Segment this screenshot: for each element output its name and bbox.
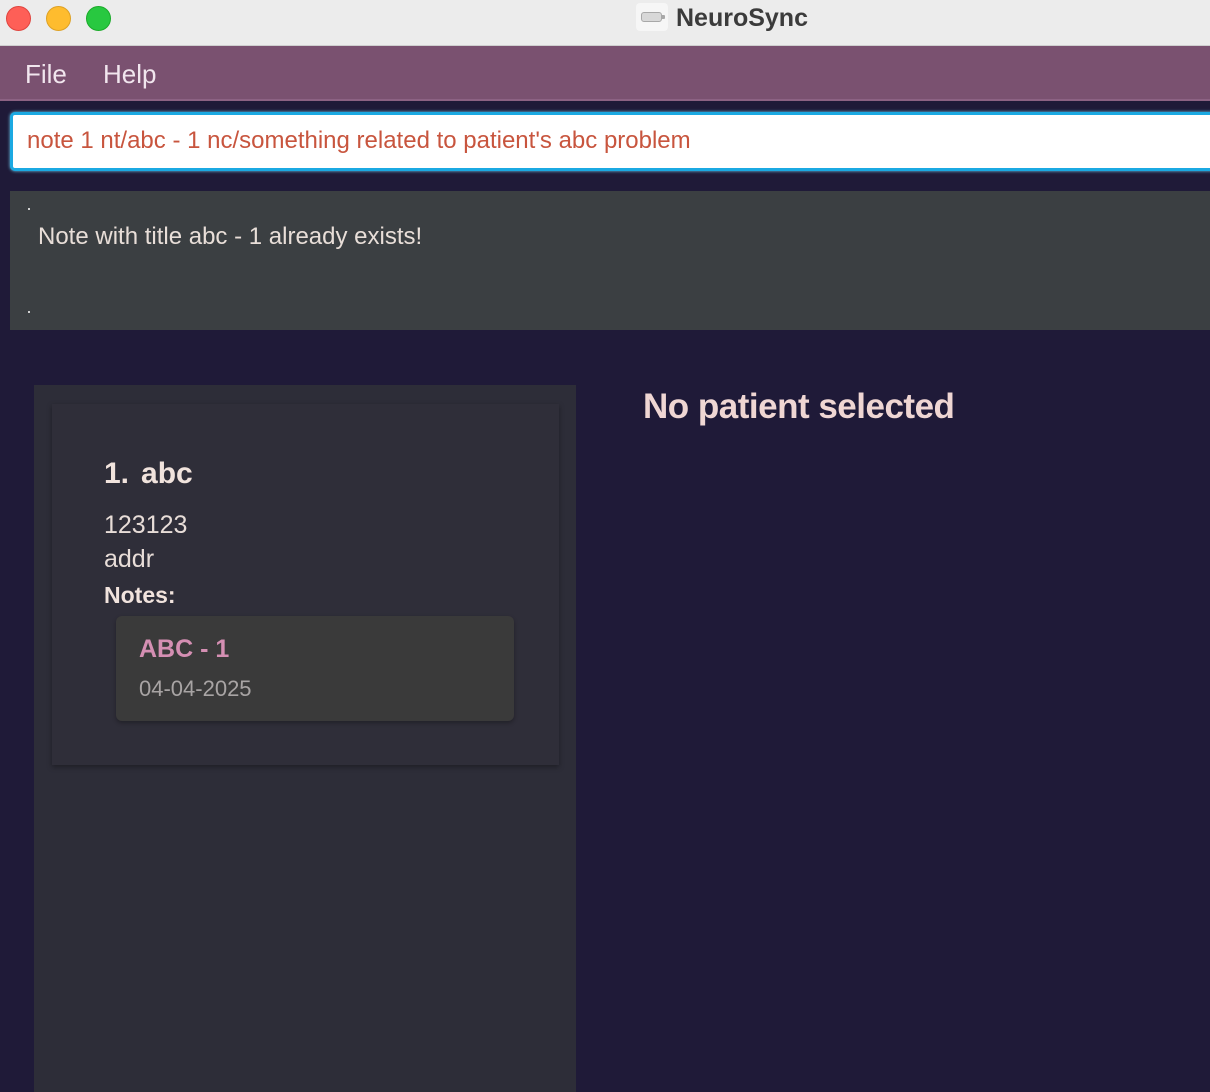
app-icon-glyph	[641, 12, 665, 22]
command-box[interactable]	[10, 112, 1210, 171]
minimize-icon[interactable]	[46, 6, 71, 31]
maximize-icon[interactable]	[86, 6, 111, 31]
patient-phone: 123123	[104, 511, 188, 539]
window-title: NeuroSync	[676, 4, 808, 32]
app-icon	[636, 3, 668, 31]
patient-card[interactable]: 1. abc 123123 addr Notes: ABC - 1 04-04-2…	[52, 404, 559, 765]
patient-list-panel[interactable]: 1. abc 123123 addr Notes: ABC - 1 04-04-2…	[34, 385, 576, 1092]
patient-index: 1.	[104, 457, 130, 490]
menu-file[interactable]: File	[25, 59, 67, 89]
patient-name-row: 1. abc	[104, 456, 193, 492]
patient-address: addr	[104, 545, 155, 573]
command-input[interactable]	[27, 125, 1207, 157]
result-message: Note with title abc - 1 already exists!	[38, 223, 423, 250]
result-scroll-marker-bottom	[28, 311, 30, 313]
note-date: 04-04-2025	[139, 676, 252, 701]
note-card[interactable]: ABC - 1 04-04-2025	[116, 616, 514, 721]
menu-bar: File Help	[0, 46, 1210, 101]
note-title: ABC - 1	[139, 635, 230, 663]
result-display[interactable]: Note with title abc - 1 already exists!	[10, 191, 1210, 330]
app-window: NeuroSync File Help Note with title abc …	[0, 0, 1210, 1092]
patient-name: abc	[141, 457, 193, 490]
result-scroll-marker-top	[28, 208, 30, 210]
menu-help[interactable]: Help	[103, 59, 156, 89]
notes-label: Notes:	[104, 582, 176, 608]
title-bar: NeuroSync	[0, 0, 1210, 46]
close-icon[interactable]	[6, 6, 31, 31]
no-patient-selected-label: No patient selected	[643, 387, 955, 426]
